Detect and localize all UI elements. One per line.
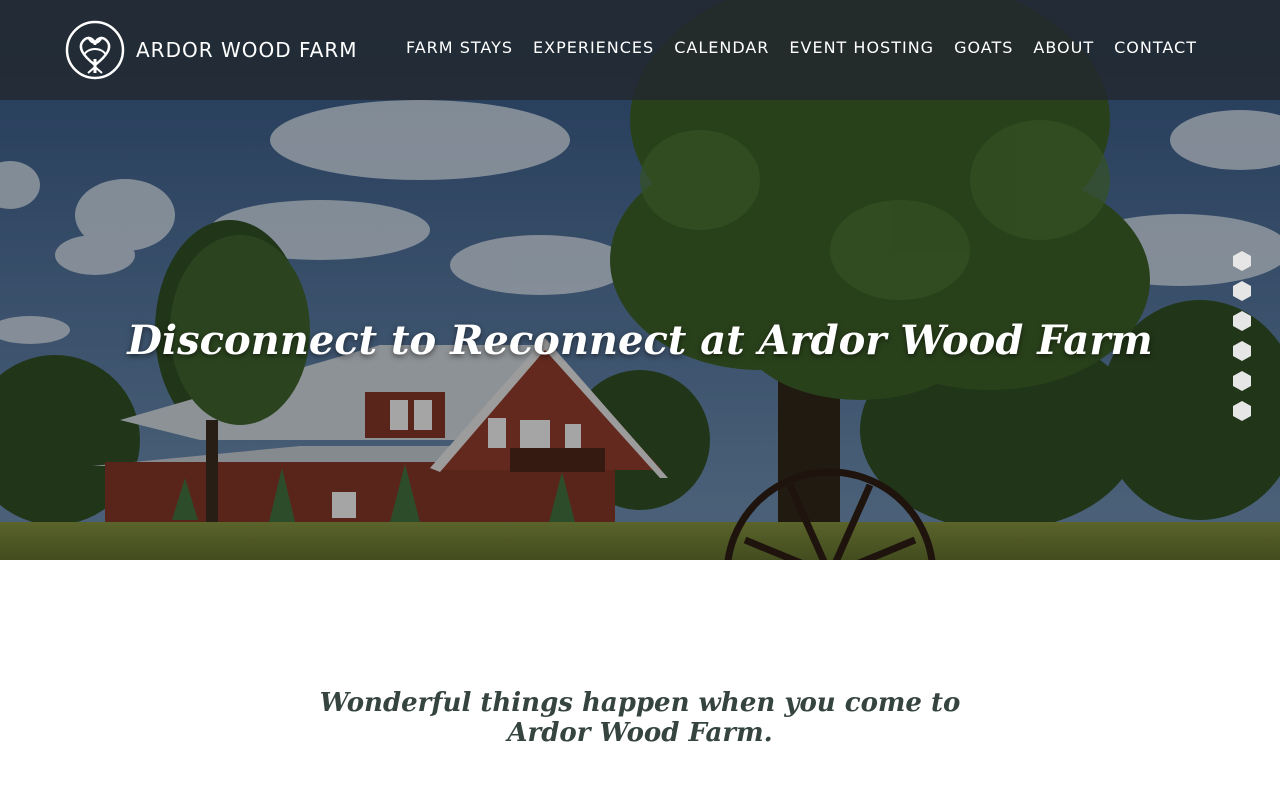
slide-pagination	[1231, 250, 1253, 430]
primary-nav: FARM STAYS EXPERIENCES CALENDAR EVENT HO…	[396, 37, 1207, 59]
nav-link-goats[interactable]: GOATS	[944, 37, 1023, 59]
brand-home-link[interactable]: ARDOR WOOD FARM	[64, 18, 358, 82]
slide-5-hexagon-icon[interactable]	[1231, 370, 1253, 392]
nav-link-about[interactable]: ABOUT	[1023, 37, 1104, 59]
hero-title: Disconnect to Reconnect at Ardor Wood Fa…	[127, 316, 1153, 364]
nav-link-experiences[interactable]: EXPERIENCES	[523, 37, 664, 59]
nav-link-farm-stays[interactable]: FARM STAYS	[396, 37, 523, 59]
slide-3-hexagon-icon[interactable]	[1231, 310, 1253, 332]
nav-link-calendar[interactable]: CALENDAR	[664, 37, 779, 59]
nav-link-event-hosting[interactable]: EVENT HOSTING	[779, 37, 944, 59]
brand-name: ARDOR WOOD FARM	[136, 38, 358, 62]
nav-link-contact[interactable]: CONTACT	[1104, 37, 1207, 59]
top-navbar: ARDOR WOOD FARM FARM STAYS EXPERIENCES C…	[0, 0, 1280, 100]
slide-2-hexagon-icon[interactable]	[1231, 280, 1253, 302]
hero-banner: ARDOR WOOD FARM FARM STAYS EXPERIENCES C…	[0, 0, 1280, 560]
celtic-heart-tree-logo-icon	[65, 20, 125, 80]
intro-heading: Wonderful things happen when you come to…	[319, 688, 961, 748]
slide-6-hexagon-icon[interactable]	[1231, 400, 1253, 422]
intro-section: Wonderful things happen when you come to…	[0, 560, 1280, 800]
slide-4-hexagon-icon[interactable]	[1231, 340, 1253, 362]
slide-1-hexagon-icon[interactable]	[1231, 250, 1253, 272]
